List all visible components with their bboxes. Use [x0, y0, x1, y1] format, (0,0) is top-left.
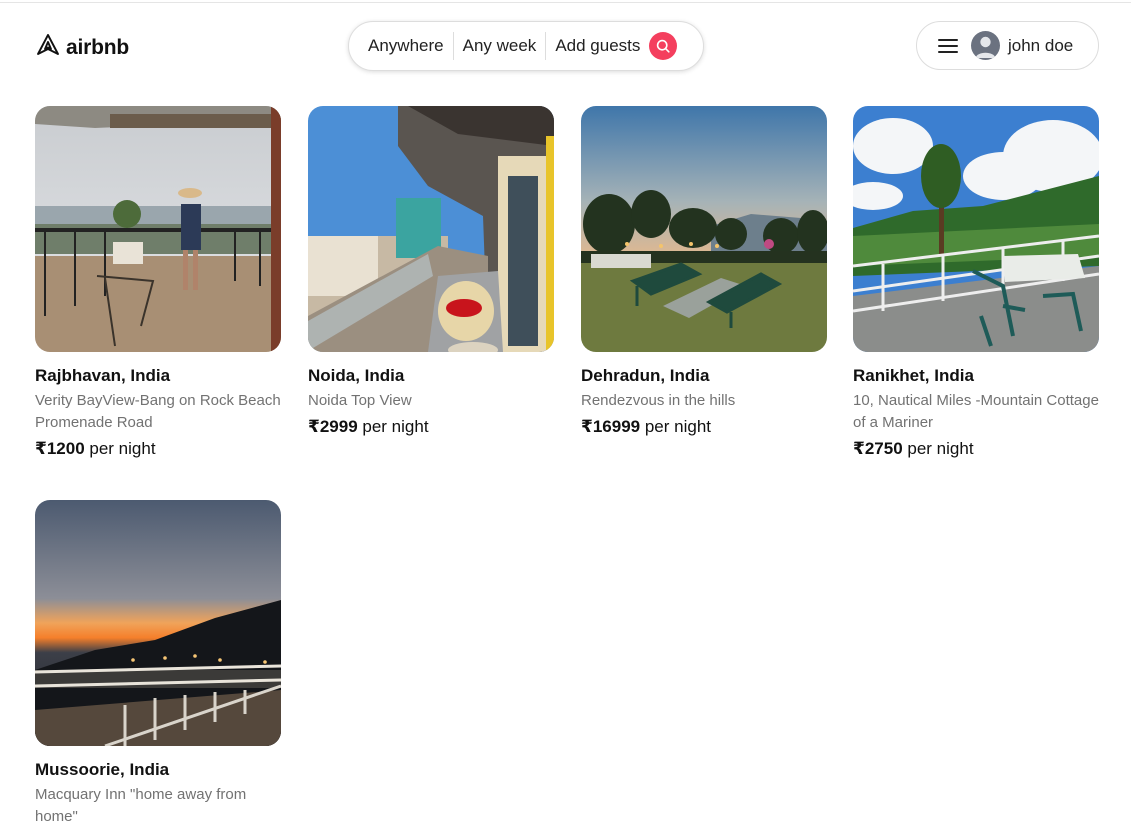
price-unit: per night: [362, 417, 429, 436]
brand-name: airbnb: [66, 35, 129, 59]
price-amount: ₹16999: [581, 417, 641, 436]
listing-photo[interactable]: [35, 106, 281, 352]
listing-title: Macquary Inn "home away from home": [35, 786, 247, 825]
listing-location: Noida, India: [308, 366, 405, 385]
listing-title: Noida Top View: [308, 392, 412, 409]
listing-card[interactable]: Ranikhet, India 10, Nautical Miles -Moun…: [853, 106, 1099, 460]
price-unit: per night: [89, 439, 156, 458]
listing-photo[interactable]: [581, 106, 827, 352]
listing-location: Mussoorie, India: [35, 760, 170, 779]
search-who[interactable]: Add guests: [546, 32, 649, 60]
listing-price: ₹2999 per night: [308, 416, 554, 438]
price-unit: per night: [907, 439, 974, 458]
user-avatar-icon: [971, 31, 1000, 60]
top-divider: [0, 2, 1131, 3]
listing-card[interactable]: Rajbhavan, India Verity BayView-Bang on …: [35, 106, 281, 460]
search-where[interactable]: Anywhere: [359, 32, 454, 60]
listing-card[interactable]: Dehradun, India Rendezvous in the hills …: [581, 106, 827, 438]
price-amount: ₹2999: [308, 417, 358, 436]
search-button[interactable]: [649, 32, 678, 60]
listing-location: Rajbhavan, India: [35, 366, 171, 385]
brand-logo[interactable]: airbnb: [36, 33, 129, 62]
hamburger-icon: [937, 37, 959, 55]
listing-photo[interactable]: [35, 500, 281, 746]
user-menu-button[interactable]: john doe: [916, 21, 1099, 70]
search-bar[interactable]: Anywhere Any week Add guests: [348, 21, 704, 71]
listing-card[interactable]: Noida, India Noida Top View ₹2999 per ni…: [308, 106, 554, 438]
listing-card[interactable]: Mussoorie, India Macquary Inn "home away…: [35, 500, 281, 825]
listing-price: ₹1200 per night: [35, 438, 281, 460]
search-when[interactable]: Any week: [454, 32, 547, 60]
listing-title: 10, Nautical Miles -Mountain Cottage of …: [853, 392, 1099, 431]
listing-title: Verity BayView-Bang on Rock Beach Promen…: [35, 392, 281, 431]
price-amount: ₹2750: [853, 439, 903, 458]
price-unit: per night: [644, 417, 712, 436]
search-icon: [657, 39, 670, 53]
listing-price: ₹16999 per night: [581, 416, 827, 438]
listing-location: Dehradun, India: [581, 366, 710, 385]
listing-title: Rendezvous in the hills: [581, 392, 736, 409]
listing-location: Ranikhet, India: [853, 366, 974, 385]
airbnb-logo-icon: [36, 33, 60, 62]
user-name: john doe: [1008, 35, 1074, 55]
price-amount: ₹1200: [35, 439, 85, 458]
listing-price: ₹2750 per night: [853, 438, 1099, 460]
listing-photo[interactable]: [308, 106, 554, 352]
listing-photo[interactable]: [853, 106, 1099, 352]
